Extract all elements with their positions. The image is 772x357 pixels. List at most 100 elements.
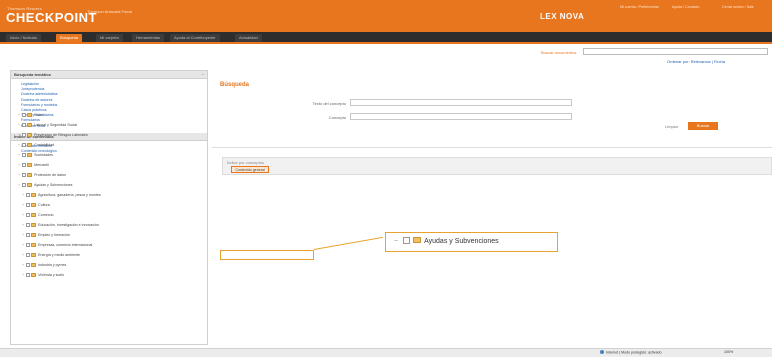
folder-icon: [31, 262, 37, 267]
globe-icon: [600, 350, 604, 354]
expand-icon[interactable]: +: [22, 253, 24, 257]
checkbox-icon[interactable]: [26, 272, 31, 277]
tab-busqueda[interactable]: Búsqueda: [56, 34, 83, 42]
concept-text-input[interactable]: [350, 99, 572, 106]
expand-icon[interactable]: +: [22, 233, 24, 237]
tree-node[interactable]: + Empresas, comercio internacional: [18, 242, 218, 252]
top-link-help[interactable]: Ayuda / Contacto: [672, 5, 716, 10]
tree-node-label: Empleo y formación: [38, 233, 70, 237]
tree-node[interactable]: + Sociedades: [18, 152, 218, 162]
expand-icon[interactable]: +: [22, 243, 24, 247]
search-label: Buscar documentos: [541, 50, 577, 55]
checkbox-icon[interactable]: [22, 132, 27, 137]
collapse-icon: −: [394, 238, 399, 245]
expand-icon[interactable]: +: [18, 143, 20, 147]
tree-node[interactable]: + Comercio: [18, 212, 218, 222]
search-button[interactable]: Buscar: [688, 122, 718, 130]
expand-icon[interactable]: +: [22, 213, 24, 217]
sort-options[interactable]: Ordenar por: Relevancia | Fecha: [667, 59, 725, 64]
divider: [212, 147, 772, 148]
expand-icon[interactable]: +: [22, 203, 24, 207]
expand-icon[interactable]: +: [18, 133, 20, 137]
checkbox-icon[interactable]: [22, 112, 27, 117]
checkbox-icon[interactable]: [26, 222, 31, 227]
expand-icon[interactable]: +: [22, 223, 24, 227]
tree-node-label: Industria y pymes: [38, 263, 67, 267]
expand-icon[interactable]: +: [18, 123, 20, 127]
tree-node[interactable]: + Cultura: [18, 202, 218, 212]
tab-ayuda-contribuyente[interactable]: Ayuda al Contribuyente: [170, 34, 220, 42]
tree-node[interactable]: + Fiscal: [18, 112, 218, 122]
folder-icon: [413, 237, 422, 243]
expand-icon[interactable]: +: [22, 193, 24, 197]
checkbox-icon[interactable]: [26, 252, 31, 257]
expand-icon[interactable]: +: [22, 273, 24, 277]
expand-icon[interactable]: +: [22, 263, 24, 267]
folder-icon: [31, 242, 37, 247]
expand-icon[interactable]: +: [18, 173, 20, 177]
callout-label: Ayudas y Subvenciones: [424, 238, 499, 245]
tree-node[interactable]: + Contabilidad: [18, 142, 218, 152]
brand-logo[interactable]: CHECKPOINT: [6, 10, 97, 25]
status-text: Internet | Modo protegido: activado: [600, 350, 661, 355]
clear-link[interactable]: Limpiar: [665, 124, 678, 129]
checkbox-icon[interactable]: [22, 162, 27, 167]
folder-icon: [27, 172, 33, 177]
checkbox-icon[interactable]: [26, 212, 31, 217]
checkbox-icon[interactable]: [22, 172, 27, 177]
tree-node[interactable]: + Industria y pymes: [18, 262, 218, 272]
tree-root-button[interactable]: Contenido general: [231, 166, 269, 173]
tab-herramientas[interactable]: Herramientas: [132, 34, 165, 42]
tree-node-label: Fiscal: [34, 113, 44, 117]
folder-icon: [31, 232, 37, 237]
main-nav: Inicio / Noticias Búsqueda Mi carpeta He…: [0, 32, 772, 44]
expand-icon[interactable]: +: [18, 153, 20, 157]
tree-node[interactable]: + Ayudas y Subvenciones: [18, 182, 218, 192]
tree-node[interactable]: + Prevención de Riesgos Laborales: [18, 132, 218, 142]
tree-node[interactable]: + Energía y medio ambiente: [18, 252, 218, 262]
top-link-account[interactable]: Mi cuenta / Preferencias: [620, 5, 664, 10]
tree-node-label: Empresas, comercio internacional: [38, 243, 93, 247]
top-link-logout[interactable]: Cerrar sesión / Salir: [722, 5, 766, 10]
sidebar-section-label: Búsqueda temática: [14, 72, 51, 77]
expand-icon[interactable]: +: [18, 183, 20, 187]
concept-input[interactable]: [350, 113, 572, 120]
checkbox-icon[interactable]: [22, 142, 27, 147]
checkbox-icon[interactable]: [26, 262, 31, 267]
folder-icon: [27, 152, 33, 157]
collapse-icon[interactable]: −: [202, 71, 204, 79]
tree-node-label: Comercio: [38, 213, 54, 217]
zoom-level[interactable]: 100%: [724, 350, 733, 354]
tree-node[interactable]: + Vivienda y suelo: [18, 272, 218, 282]
checkbox-icon[interactable]: [26, 192, 31, 197]
search-input[interactable]: [583, 48, 768, 55]
tab-inicio[interactable]: Inicio / Noticias: [6, 34, 41, 42]
sidebar-section-title[interactable]: Búsqueda temática −: [11, 71, 207, 79]
folder-icon: [27, 142, 33, 147]
expand-icon[interactable]: +: [18, 163, 20, 167]
tab-actualidad[interactable]: Actualidad: [235, 34, 262, 42]
checkbox-icon[interactable]: [22, 152, 27, 157]
tree-node[interactable]: + Empleo y formación: [18, 232, 218, 242]
checkbox-icon[interactable]: [26, 232, 31, 237]
checkbox-icon[interactable]: [22, 122, 27, 127]
tree-node[interactable]: + Mercantil: [18, 162, 218, 172]
tree-node[interactable]: + Educación, investigación e innovación: [18, 222, 218, 232]
tree-node-label: Vivienda y suelo: [38, 273, 65, 277]
checkbox-icon: [403, 237, 411, 244]
folder-icon: [27, 132, 33, 137]
tree-node[interactable]: + Laboral y Seguridad Social: [18, 122, 218, 132]
expand-icon[interactable]: +: [18, 113, 20, 117]
tree-header: Índice por conceptos Contenido general: [222, 157, 772, 175]
checkbox-icon[interactable]: [26, 202, 31, 207]
folder-icon: [31, 192, 37, 197]
folder-icon: [31, 212, 37, 217]
tree-node[interactable]: + Agricultura, ganadería, pesca y montes: [18, 192, 218, 202]
tree-node[interactable]: + Protección de datos: [18, 172, 218, 182]
checkbox-icon[interactable]: [22, 182, 27, 187]
concept-tree: + Fiscal + Laboral y Seguridad Social + Preve…: [18, 112, 218, 282]
folder-icon: [27, 112, 33, 117]
checkbox-icon[interactable]: [26, 242, 31, 247]
tab-mi-carpeta[interactable]: Mi carpeta: [96, 34, 123, 42]
folder-icon: [31, 252, 37, 257]
